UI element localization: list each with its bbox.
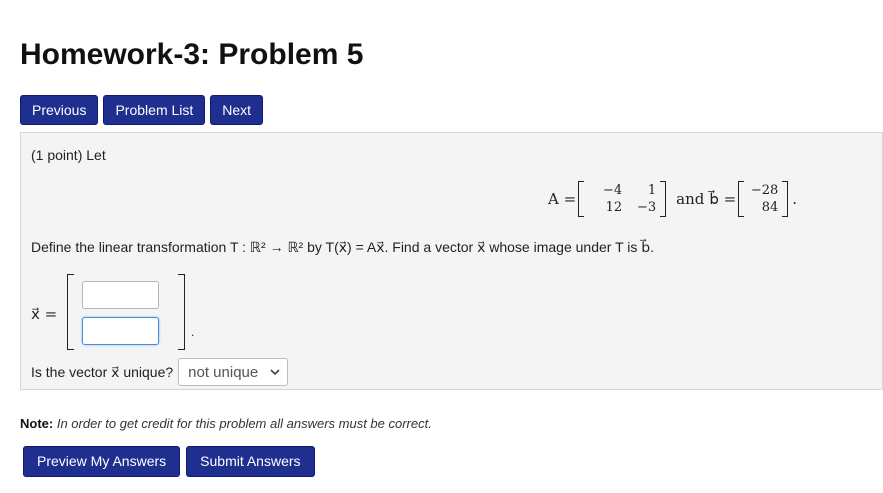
preview-answers-button[interactable]: Preview My Answers	[23, 446, 181, 477]
note-text: In order to get credit for this problem …	[56, 416, 432, 431]
credit-note: Note: In order to get credit for this pr…	[20, 416, 432, 431]
vector-b-cell: −28	[750, 183, 779, 198]
unique-question-row: Is the vector x⃗ unique? not unique	[31, 358, 289, 386]
problem-body: (1 point) Let A = −4 1 12 −3 and b⃗ = −2…	[20, 132, 883, 390]
answer-vector	[67, 274, 185, 350]
equation-period: .	[792, 190, 798, 208]
answer-period: .	[191, 325, 195, 339]
problem-statement: Define the linear transformation T : ℝ² …	[31, 239, 655, 255]
matrix-a-cell: 12	[605, 200, 623, 215]
vector-b-label: b⃗ =	[709, 190, 737, 208]
unique-select-value: not unique	[188, 363, 259, 381]
matrix-a-label: A =	[548, 190, 577, 208]
x-vector-label: x⃗ =	[31, 305, 58, 323]
chevron-down-icon	[270, 368, 280, 375]
matrix-a: −4 1 12 −3	[578, 181, 667, 217]
matrix-a-cell: −3	[637, 200, 657, 215]
next-button[interactable]: Next	[210, 95, 264, 125]
matrix-a-cell: −4	[603, 183, 623, 198]
unique-select[interactable]: not unique	[178, 358, 289, 386]
answer-input-2[interactable]	[82, 317, 159, 345]
page-title: Homework-3: Problem 5	[20, 38, 364, 71]
matrix-a-cell: 1	[647, 183, 657, 198]
submit-answers-button[interactable]: Submit Answers	[186, 446, 315, 477]
problem-list-button[interactable]: Problem List	[103, 95, 206, 125]
answer-input-1[interactable]	[82, 281, 159, 309]
unique-question: Is the vector x⃗ unique?	[31, 363, 174, 380]
and-text: and	[676, 190, 705, 208]
previous-button[interactable]: Previous	[20, 95, 99, 125]
note-label: Note:	[20, 416, 54, 431]
vector-b-cell: 84	[761, 200, 779, 215]
problem-nav: Previous Problem List Next	[20, 95, 264, 125]
given-equation: A = −4 1 12 −3 and b⃗ = −28 84 .	[548, 175, 797, 223]
points-intro: (1 point) Let	[31, 147, 106, 163]
answer-actions: Preview My Answers Submit Answers	[23, 446, 315, 477]
vector-b: −28 84	[738, 181, 789, 217]
